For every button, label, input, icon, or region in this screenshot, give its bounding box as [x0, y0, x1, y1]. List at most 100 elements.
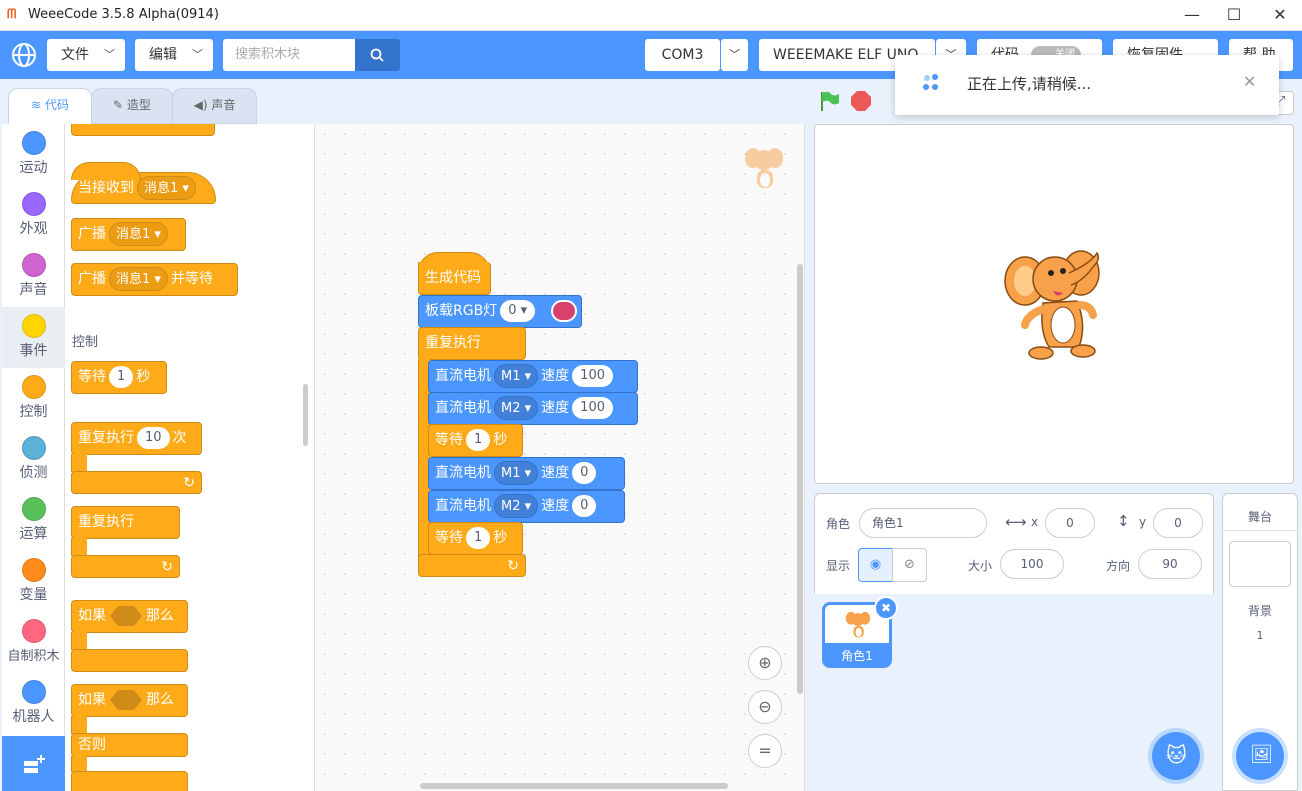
stage-selector-pane[interactable]: 舞台 背景 1 🖼 [1222, 493, 1298, 791]
speed-input[interactable]: 0 [572, 495, 597, 517]
divider [1222, 530, 1298, 531]
forever-block[interactable]: 重复执行 [418, 327, 526, 360]
zoom-reset-button[interactable]: = [748, 734, 782, 768]
broadcast-wait-block[interactable]: 广播 消息1 ▾ 并等待 [71, 263, 238, 296]
if-else-block[interactable]: 如果 那么 [71, 684, 188, 717]
tab-sounds-label: 声音 [211, 98, 236, 112]
speed-input[interactable]: 100 [572, 365, 613, 387]
category-label: 事件 [19, 343, 48, 359]
repeat-block[interactable]: 重复执行 10 次 [71, 422, 202, 455]
wait-input[interactable]: 1 [109, 366, 134, 388]
motor-dropdown[interactable]: M2 ▾ [494, 396, 539, 420]
dropdown-value: M1 [501, 466, 521, 481]
dc-motor-block[interactable]: 直流电机 M2 ▾ 速度 0 [428, 490, 625, 523]
size-input[interactable]: 100 [1000, 549, 1064, 579]
category-item[interactable]: 机器人 [2, 673, 65, 734]
tab-code[interactable]: ≋ 代码 [8, 88, 92, 124]
sprite-name-input[interactable]: 角色1 [859, 508, 987, 538]
port-dropdown-button[interactable]: ﹀ [721, 39, 748, 71]
dc-motor-block[interactable]: 直流电机 M1 ▾ 速度 0 [428, 457, 625, 490]
toast-close-icon[interactable]: ✕ [1243, 72, 1256, 91]
broadcast-block[interactable]: 广播 消息1 ▾ [71, 218, 186, 251]
generate-code-hat-block[interactable]: 生成代码 [418, 262, 491, 295]
tab-sounds[interactable]: ◀) 声音 [172, 88, 257, 124]
motor-dropdown[interactable]: M2 ▾ [494, 494, 539, 518]
block-text: 速度 [541, 368, 570, 384]
message-dropdown[interactable]: 消息1 ▾ [109, 222, 168, 246]
category-item[interactable]: 变量 [2, 551, 65, 612]
category-item[interactable]: 运动 [2, 124, 65, 185]
palette-scrollbar[interactable] [303, 384, 308, 446]
boolean-slot[interactable] [110, 606, 142, 626]
dc-motor-block[interactable]: 直流电机 M2 ▾ 速度 100 [428, 392, 638, 425]
add-backdrop-button[interactable]: 🖼 [1236, 732, 1284, 780]
file-menu[interactable]: 文件 ﹀ [47, 39, 125, 71]
motor-dropdown[interactable]: M1 ▾ [494, 364, 539, 388]
zoom-in-button[interactable]: ⊕ [748, 646, 782, 680]
title-bar: ᗰ WeeeCode 3.5.8 Alpha(0914) — ☐ ✕ [0, 0, 1302, 31]
message-dropdown[interactable]: 消息1 ▾ [137, 176, 196, 200]
zoom-out-button[interactable]: ⊖ [748, 690, 782, 724]
stop-icon[interactable] [850, 90, 872, 112]
eye-icon: ◉ [869, 557, 882, 572]
category-item[interactable]: 声音 [2, 246, 65, 307]
dropdown-value: 0 [508, 303, 517, 318]
c-mouth [71, 756, 87, 772]
wait-input[interactable]: 1 [466, 429, 491, 451]
dropdown-value: 消息1 [116, 272, 151, 287]
category-item[interactable]: 外观 [2, 185, 65, 246]
block-palette: 当接收到 消息1 ▾ 广播 消息1 ▾ 广播 消息1 ▾ 并等待 控制 等待 1 秒 重复执… [65, 124, 315, 791]
close-button[interactable]: ✕ [1260, 4, 1300, 26]
workspace-hscrollbar[interactable] [420, 783, 728, 789]
message-dropdown[interactable]: 消息1 ▾ [109, 267, 168, 291]
wait-block[interactable]: 等待 1 秒 [428, 522, 523, 555]
wait-input[interactable]: 1 [466, 527, 491, 549]
motor-dropdown[interactable]: M1 ▾ [494, 461, 539, 485]
category-item[interactable]: 自制积木 [2, 612, 65, 673]
globe-icon[interactable] [11, 42, 37, 68]
minimize-button[interactable]: — [1172, 4, 1212, 26]
boolean-slot[interactable] [110, 690, 142, 710]
y-input[interactable]: 0 [1153, 508, 1203, 538]
onboard-rgb-block[interactable]: 板载RGB灯 0 ▾ [418, 295, 582, 328]
category-label: 变量 [19, 587, 48, 603]
direction-input[interactable]: 90 [1138, 549, 1202, 579]
workspace-vscrollbar[interactable] [797, 264, 803, 694]
show-visible-button[interactable]: ◉ [858, 548, 893, 582]
repeat-input[interactable]: 10 [137, 427, 170, 449]
speed-input[interactable]: 0 [572, 462, 597, 484]
block-text: 如果 [78, 692, 106, 708]
editor-tabs: ≋ 代码 ✎ 造型 ◀) 声音 [0, 79, 812, 124]
delete-sprite-button[interactable]: ✖ [874, 596, 898, 620]
category-dot-icon [21, 497, 46, 521]
stage-canvas[interactable] [814, 124, 1294, 484]
category-item[interactable]: 运算 [2, 490, 65, 551]
if-then-block[interactable]: 如果 那么 [71, 600, 188, 633]
rgb-color-swatch[interactable] [551, 300, 577, 322]
add-extension-button[interactable] [2, 736, 65, 791]
block-search-input[interactable]: 搜索积木块 [223, 39, 355, 71]
show-hidden-button[interactable]: ⊘ [892, 548, 927, 582]
category-item[interactable]: 事件 [2, 307, 65, 368]
elephant-sprite[interactable] [1003, 243, 1105, 363]
forever-block[interactable]: 重复执行 [71, 506, 180, 539]
category-item[interactable]: 侦测 [2, 429, 65, 490]
x-input[interactable]: 0 [1045, 508, 1095, 538]
add-sprite-button[interactable]: 🐱 [1152, 732, 1200, 780]
rgb-index-dropdown[interactable]: 0 ▾ [500, 300, 536, 322]
block-text: 否则 [78, 737, 106, 753]
maximize-button[interactable]: ☐ [1214, 4, 1254, 26]
c-mouth [71, 538, 87, 556]
port-select[interactable]: COM3 [645, 39, 720, 71]
speed-input[interactable]: 100 [572, 397, 613, 419]
backdrop-thumbnail[interactable] [1229, 541, 1291, 587]
dc-motor-block[interactable]: 直流电机 M1 ▾ 速度 100 [428, 360, 638, 393]
wait-block[interactable]: 等待 1 秒 [71, 361, 167, 394]
wait-block[interactable]: 等待 1 秒 [428, 424, 523, 457]
search-button[interactable] [355, 39, 400, 71]
tab-costumes[interactable]: ✎ 造型 [91, 88, 173, 124]
green-flag-icon[interactable] [818, 90, 840, 112]
edit-menu[interactable]: 编辑 ﹀ [135, 39, 213, 71]
event-block-partial[interactable] [71, 124, 215, 136]
category-item[interactable]: 控制 [2, 368, 65, 429]
